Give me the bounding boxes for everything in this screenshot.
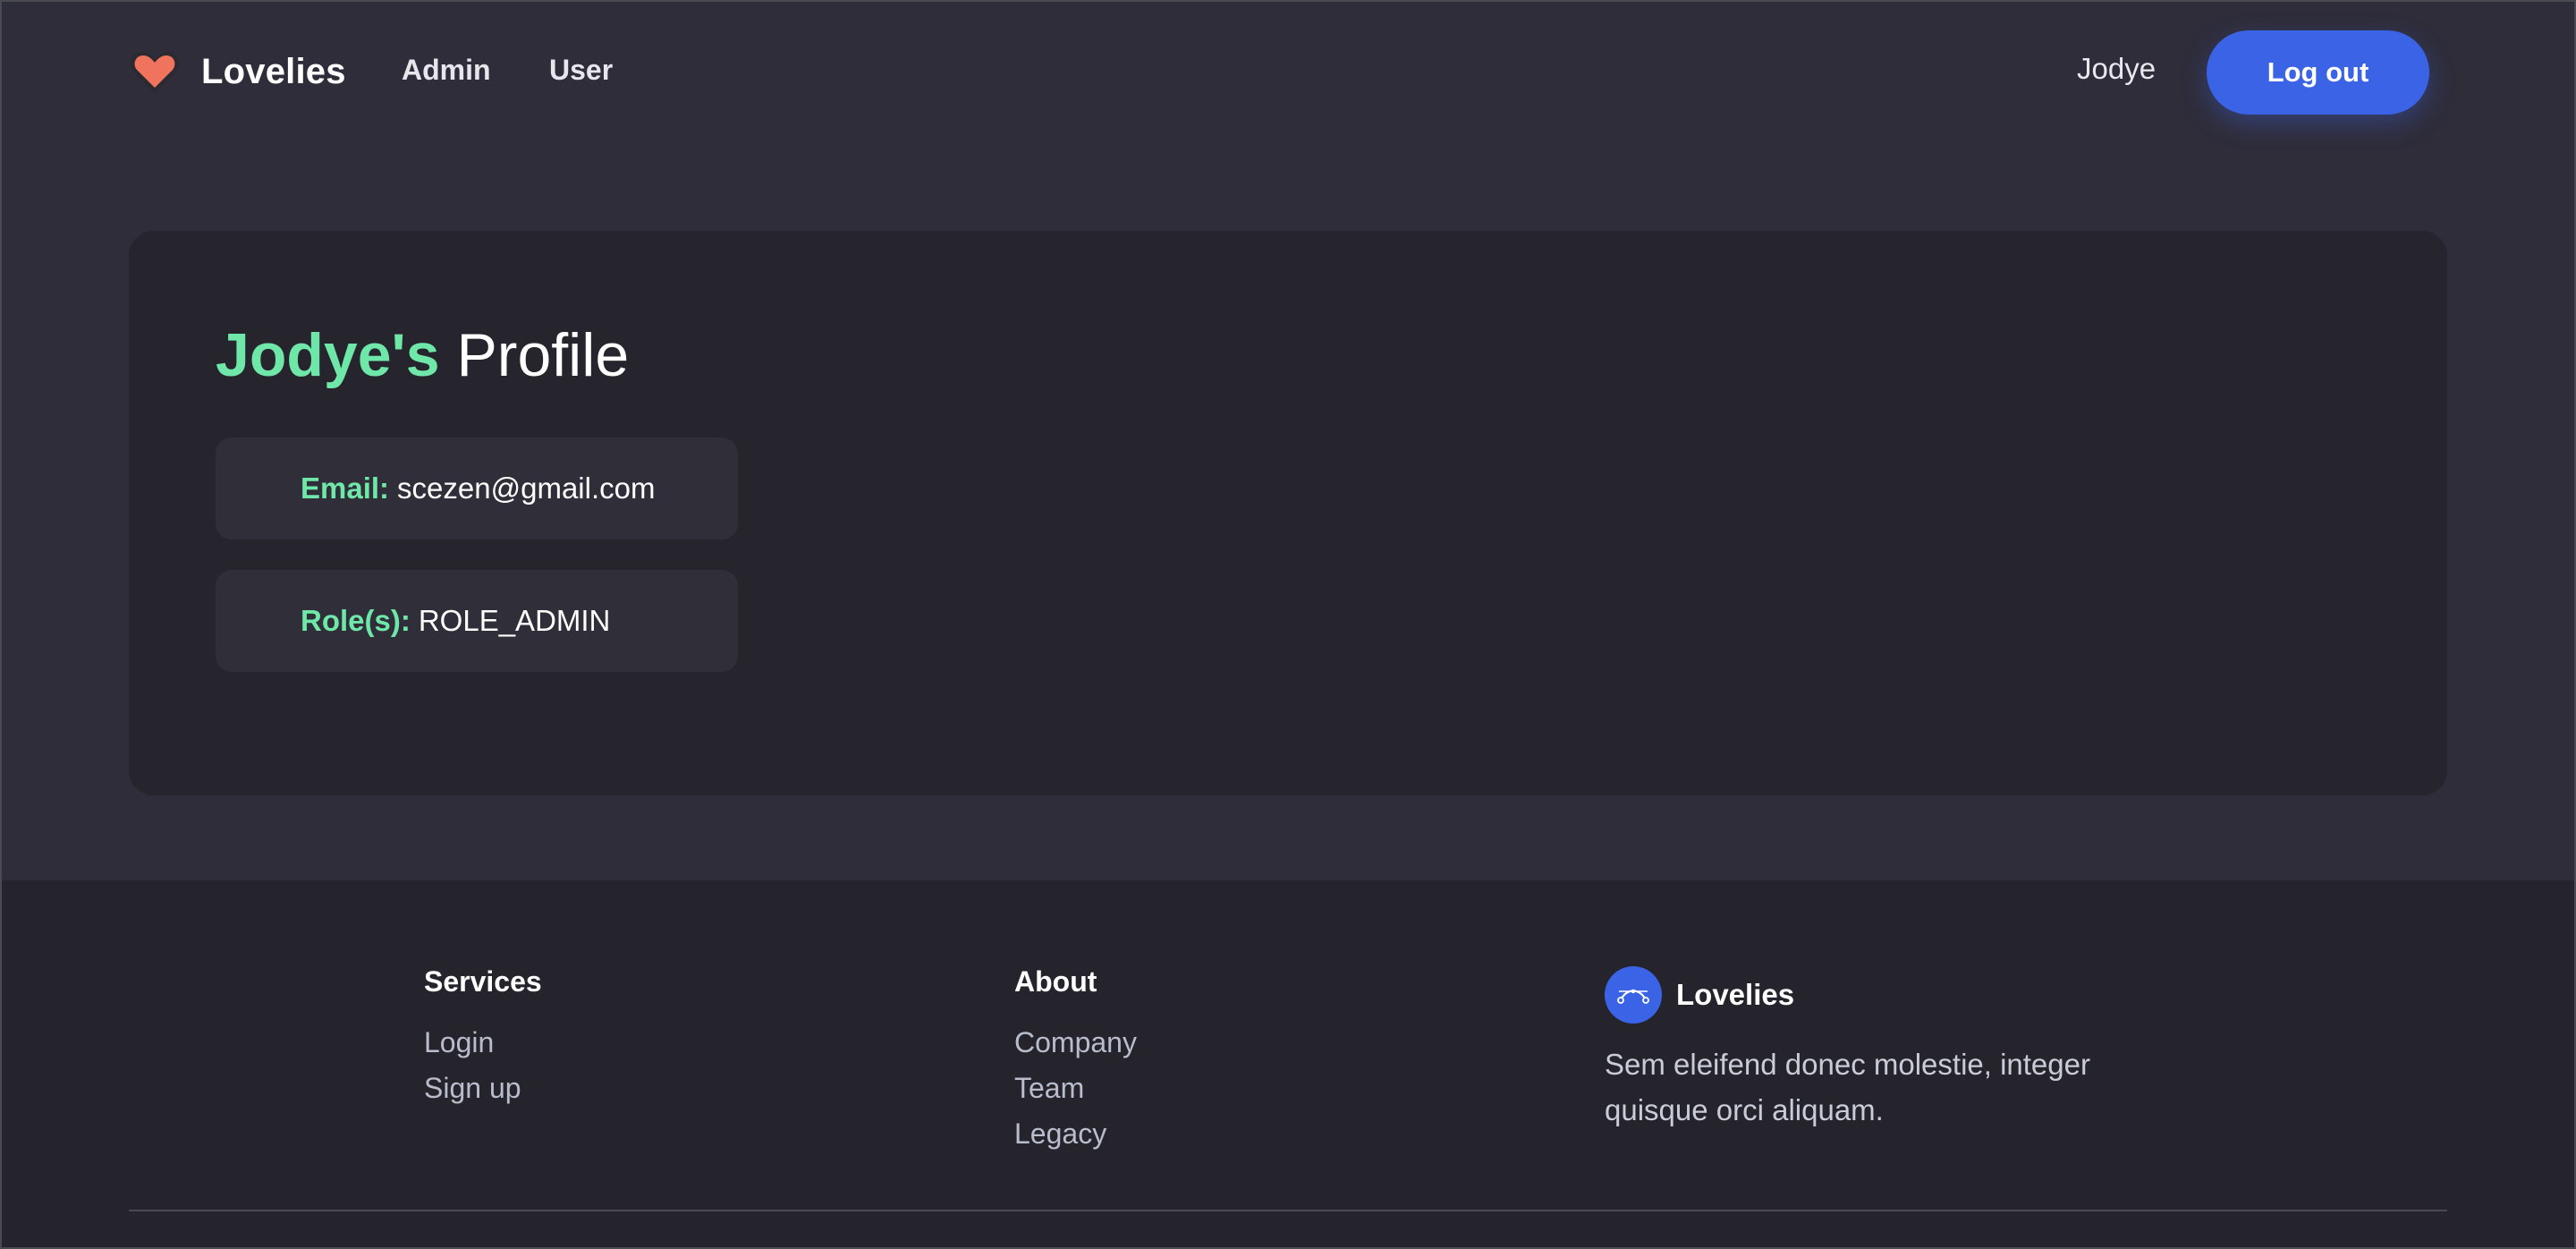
brand-name: Lovelies xyxy=(201,51,346,91)
nav-link-admin[interactable]: Admin xyxy=(402,54,491,87)
footer-link-legacy[interactable]: Legacy xyxy=(1014,1111,1137,1157)
footer-brand-row: Lovelies xyxy=(1605,966,2141,1024)
top-navbar: Lovelies Admin User Jodye Log out xyxy=(0,0,2576,148)
footer-about-column: About Company Team Legacy xyxy=(1014,965,1137,1157)
roles-label: Role(s): xyxy=(301,604,411,637)
email-label: Email: xyxy=(301,472,390,505)
nav-link-user[interactable]: User xyxy=(549,54,613,87)
profile-card: Jodye's Profile Email: scezen@gmail.com … xyxy=(129,231,2447,795)
footer-link-signup[interactable]: Sign up xyxy=(424,1066,542,1111)
page-footer: Services Login Sign up About Company Tea… xyxy=(0,880,2576,1249)
roles-info-box: Role(s): ROLE_ADMIN xyxy=(216,570,738,672)
footer-link-team[interactable]: Team xyxy=(1014,1066,1137,1111)
profile-owner-name: Jodye's xyxy=(216,321,440,389)
brand-home-link[interactable]: Lovelies xyxy=(128,45,346,98)
footer-services-column: Services Login Sign up xyxy=(424,965,542,1111)
page-title: Jodye's Profile xyxy=(216,325,629,386)
footer-about-heading: About xyxy=(1014,965,1097,998)
bezier-curve-icon xyxy=(1605,966,1662,1024)
current-username: Jodye xyxy=(2077,52,2157,85)
footer-brand: Lovelies Sem eleifend donec molestie, in… xyxy=(1605,966,2141,1133)
footer-brand-name: Lovelies xyxy=(1676,978,1795,1011)
footer-link-company[interactable]: Company xyxy=(1014,1020,1137,1066)
roles-value: ROLE_ADMIN xyxy=(418,604,611,637)
footer-link-login[interactable]: Login xyxy=(424,1020,542,1066)
logout-button[interactable]: Log out xyxy=(2207,30,2429,115)
email-value: scezen@gmail.com xyxy=(397,472,656,505)
email-info-box: Email: scezen@gmail.com xyxy=(216,438,738,540)
footer-brand-description: Sem eleifend donec molestie, integer qui… xyxy=(1605,1048,2090,1126)
footer-divider xyxy=(129,1210,2447,1211)
footer-services-heading: Services xyxy=(424,965,542,998)
page-title-text: Profile xyxy=(456,321,630,389)
heart-icon xyxy=(128,45,182,98)
